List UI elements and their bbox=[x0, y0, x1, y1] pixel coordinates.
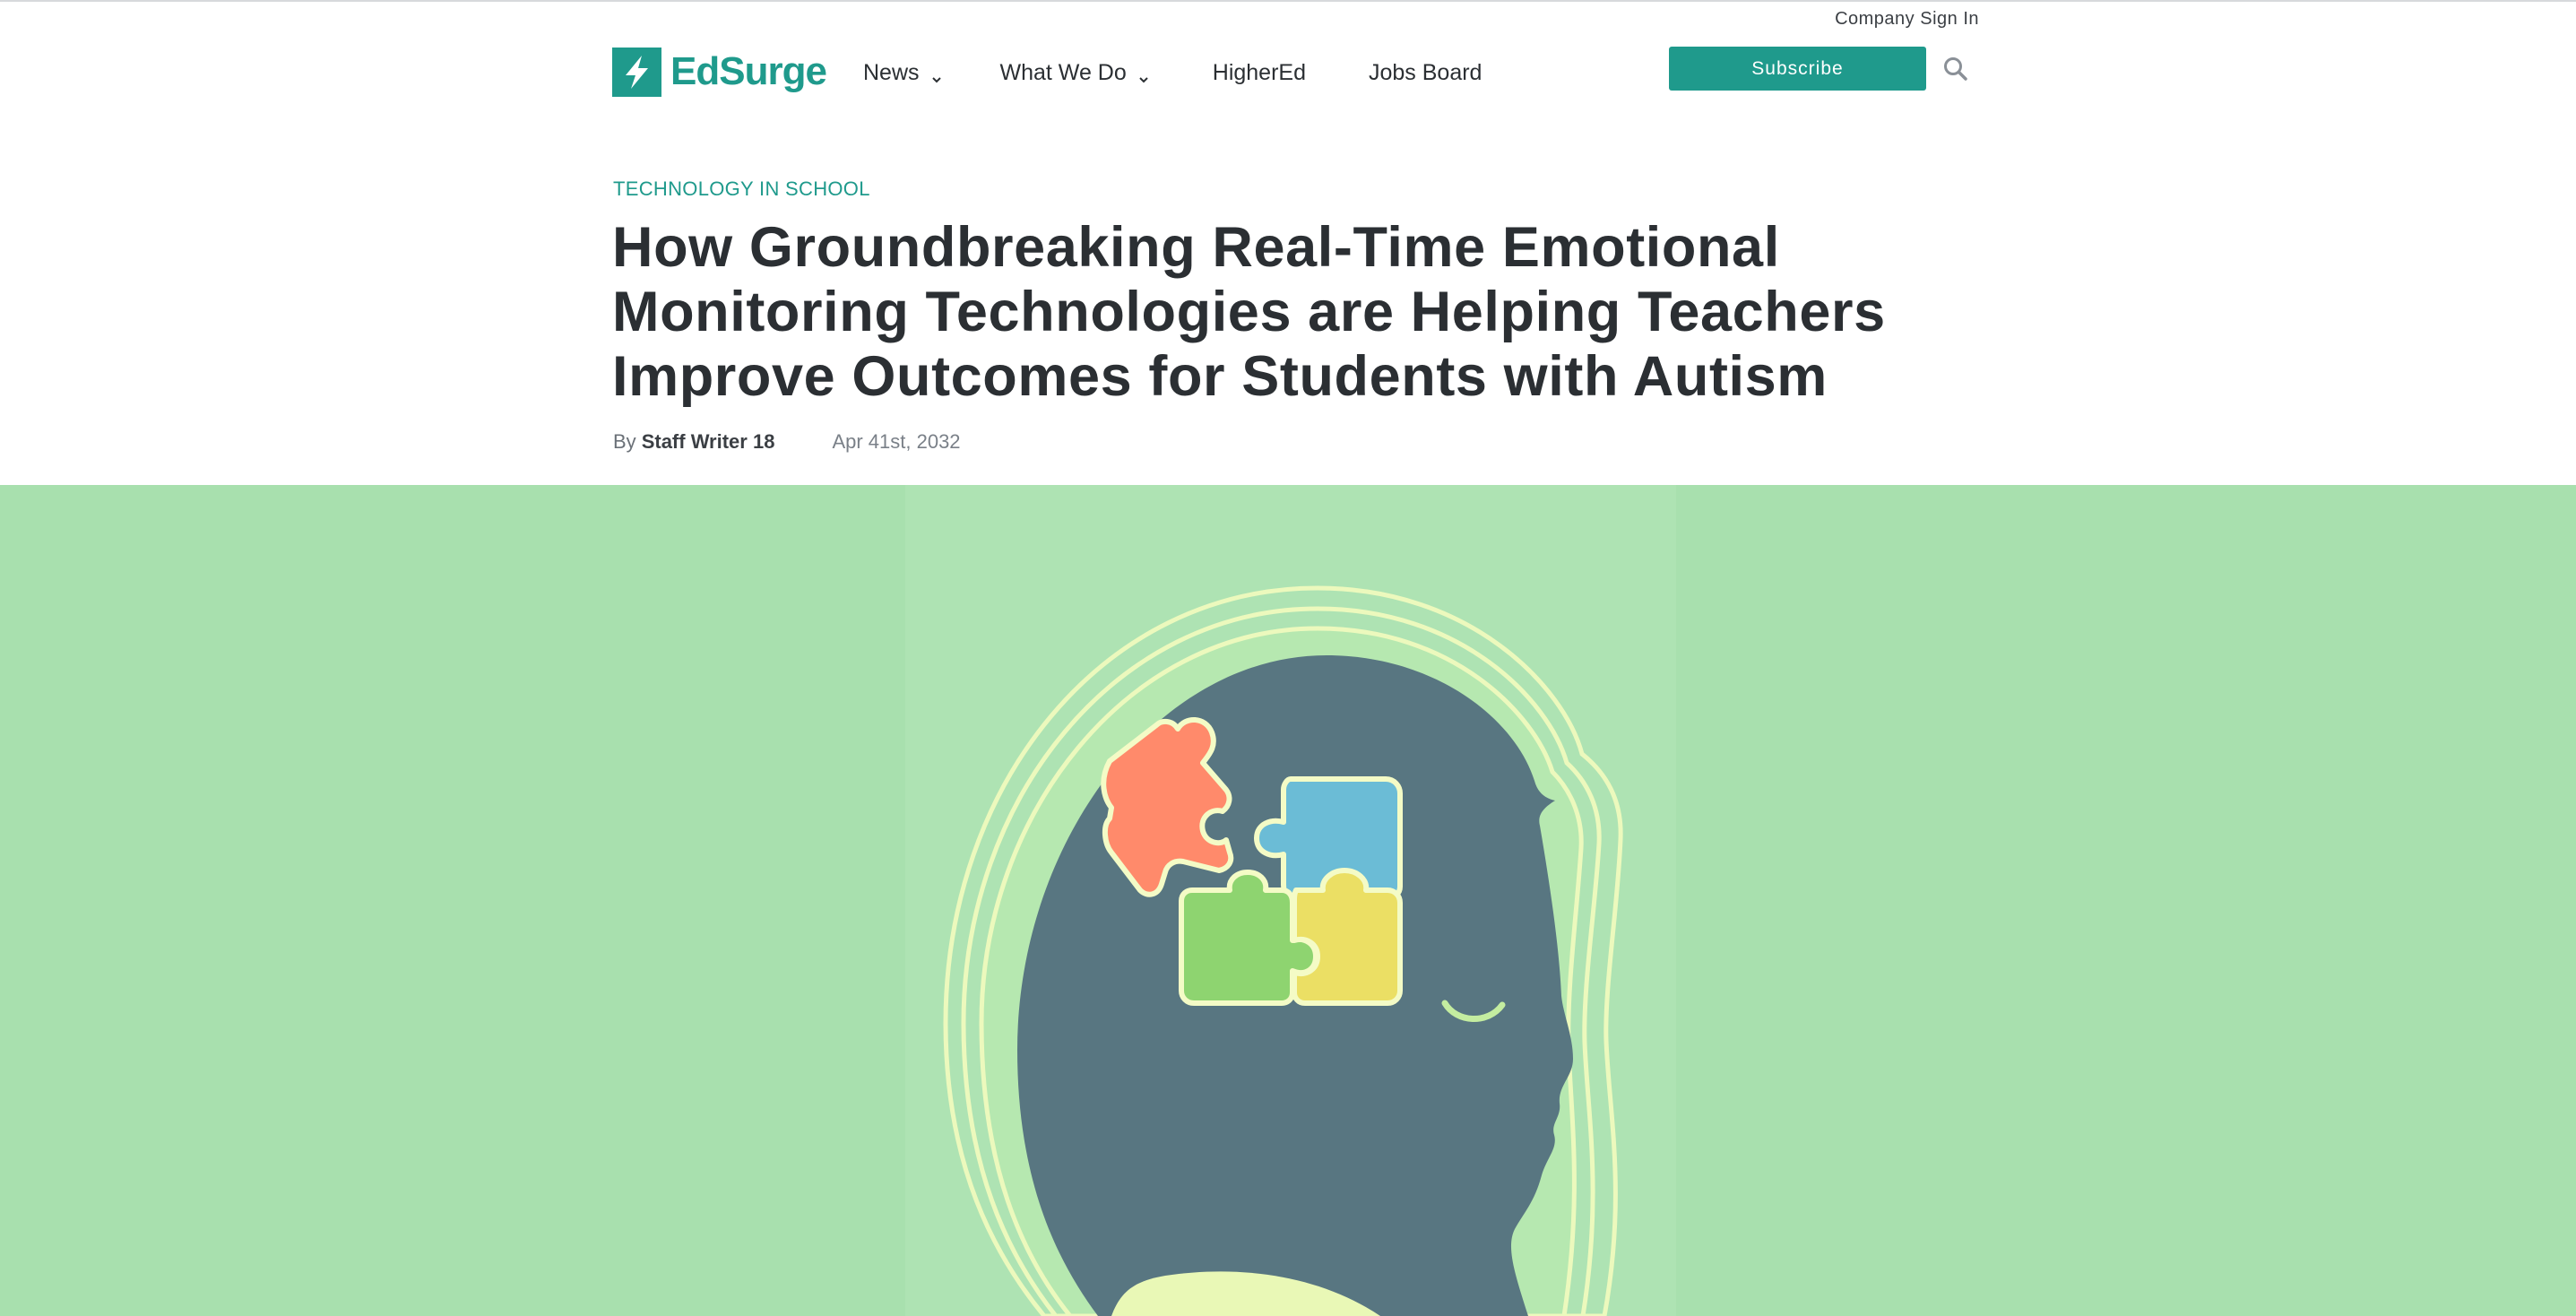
edsurge-logo[interactable]: EdSurge bbox=[612, 47, 827, 97]
nav-item-label: News bbox=[863, 59, 920, 85]
article-title: How Groundbreaking Real-Time Emotional M… bbox=[612, 216, 1886, 408]
nav-item-news[interactable]: News bbox=[863, 60, 943, 86]
head-with-puzzle-pieces-illustration bbox=[905, 485, 1676, 1316]
nav-item-label: HigherEd bbox=[1212, 59, 1306, 85]
top-divider bbox=[0, 0, 2576, 2]
chevron-down-icon bbox=[1137, 66, 1150, 83]
nav-item-highered[interactable]: HigherEd bbox=[1213, 60, 1306, 86]
search-icon[interactable] bbox=[1942, 56, 1969, 82]
main-nav: News What We Do HigherEd Jobs Board bbox=[863, 57, 1482, 88]
page: Company Sign In EdSurge News What We Do … bbox=[0, 0, 2576, 1316]
nav-item-what-we-do[interactable]: What We Do bbox=[1000, 60, 1150, 86]
subscribe-button[interactable]: Subscribe bbox=[1669, 47, 1926, 91]
hero-image bbox=[0, 485, 2576, 1316]
author-link[interactable]: Staff Writer 18 bbox=[642, 430, 775, 454]
byline: By Staff Writer 18 Apr 41st, 2032 bbox=[613, 430, 961, 454]
logo-wordmark: EdSurge bbox=[670, 49, 827, 93]
publish-date: Apr 41st, 2032 bbox=[832, 430, 961, 453]
lightning-bolt-icon bbox=[612, 47, 661, 97]
nav-item-jobs-board[interactable]: Jobs Board bbox=[1369, 60, 1482, 86]
byline-prefix: By bbox=[613, 430, 636, 453]
chevron-down-icon bbox=[930, 66, 943, 83]
nav-item-label: What We Do bbox=[999, 59, 1127, 85]
article-category-link[interactable]: TECHNOLOGY IN SCHOOL bbox=[613, 177, 870, 201]
nav-item-label: Jobs Board bbox=[1369, 59, 1482, 85]
company-sign-in-link[interactable]: Company Sign In bbox=[1811, 9, 1979, 30]
